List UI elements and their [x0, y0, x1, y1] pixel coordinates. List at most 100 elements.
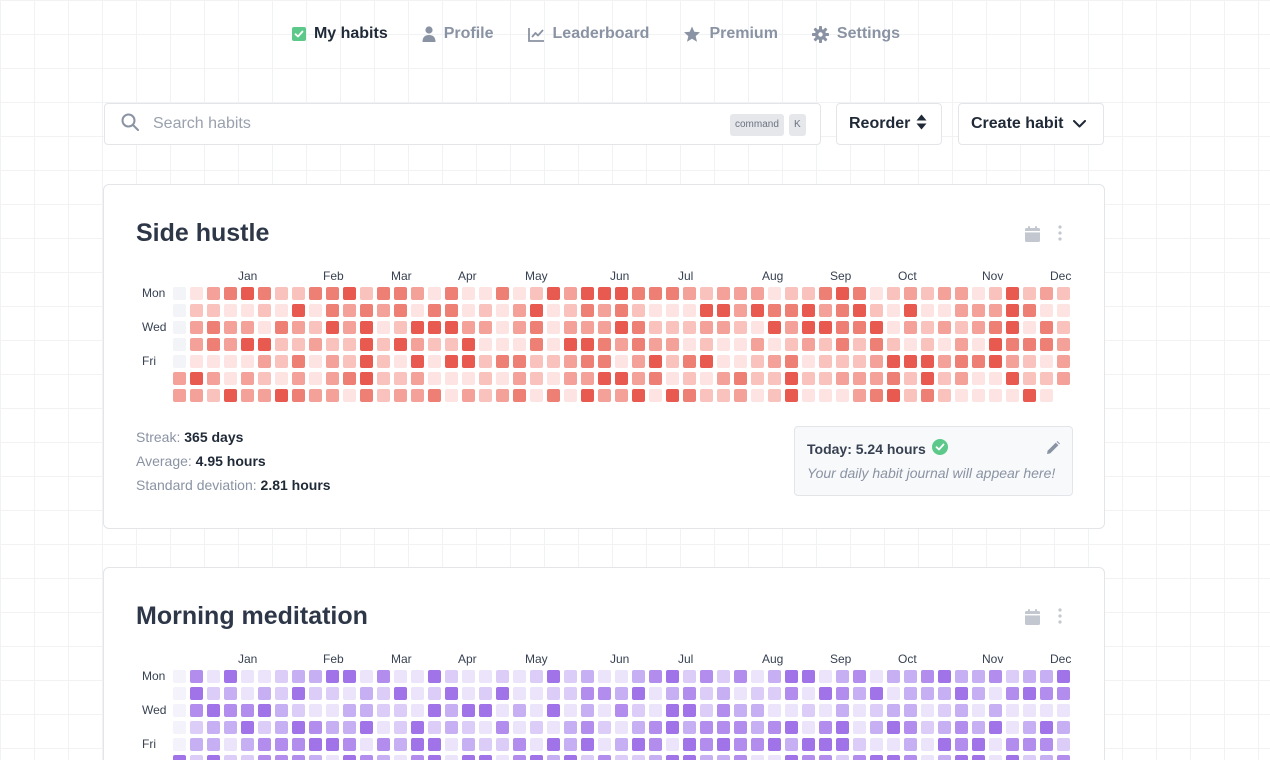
heatmap-cell[interactable]: [1040, 321, 1053, 334]
heatmap-cell[interactable]: [768, 670, 781, 683]
heatmap-cell[interactable]: [530, 287, 543, 300]
heatmap-cell[interactable]: [581, 355, 594, 368]
heatmap-cell[interactable]: [496, 755, 509, 760]
heatmap-cell[interactable]: [836, 755, 849, 760]
heatmap-cell[interactable]: [564, 687, 577, 700]
heatmap-cell[interactable]: [1006, 338, 1019, 351]
heatmap-cell[interactable]: [445, 355, 458, 368]
heatmap-cell[interactable]: [802, 687, 815, 700]
heatmap-cell[interactable]: [326, 321, 339, 334]
heatmap-cell[interactable]: [768, 389, 781, 402]
heatmap-cell[interactable]: [751, 704, 764, 717]
heatmap-cell[interactable]: [734, 704, 747, 717]
heatmap-cell[interactable]: [547, 355, 560, 368]
heatmap-cell[interactable]: [904, 704, 917, 717]
heatmap-cell[interactable]: [972, 738, 985, 751]
heatmap-cell[interactable]: [462, 670, 475, 683]
heatmap-cell[interactable]: [904, 304, 917, 317]
heatmap-cell[interactable]: [598, 670, 611, 683]
heatmap-cell[interactable]: [581, 687, 594, 700]
heatmap-cell[interactable]: [1006, 372, 1019, 385]
heatmap-cell[interactable]: [479, 355, 492, 368]
heatmap-cell[interactable]: [411, 372, 424, 385]
heatmap-cell[interactable]: [751, 372, 764, 385]
heatmap-cell[interactable]: [683, 304, 696, 317]
heatmap-cell[interactable]: [632, 321, 645, 334]
heatmap-cell[interactable]: [513, 304, 526, 317]
heatmap-cell[interactable]: [717, 287, 730, 300]
heatmap-cell[interactable]: [887, 738, 900, 751]
heatmap-cell[interactable]: [700, 721, 713, 734]
heatmap-cell[interactable]: [683, 670, 696, 683]
heatmap-cell[interactable]: [190, 287, 203, 300]
heatmap-cell[interactable]: [173, 738, 186, 751]
heatmap-cell[interactable]: [649, 687, 662, 700]
heatmap-cell[interactable]: [275, 670, 288, 683]
heatmap-cell[interactable]: [513, 687, 526, 700]
heatmap-cell[interactable]: [632, 704, 645, 717]
heatmap-cell[interactable]: [275, 355, 288, 368]
heatmap-cell[interactable]: [428, 721, 441, 734]
heatmap-cell[interactable]: [904, 338, 917, 351]
heatmap-cell[interactable]: [717, 372, 730, 385]
heatmap-cell[interactable]: [445, 670, 458, 683]
heatmap-cell[interactable]: [564, 355, 577, 368]
heatmap-cell[interactable]: [496, 304, 509, 317]
heatmap-cell[interactable]: [360, 721, 373, 734]
heatmap-cell[interactable]: [377, 338, 390, 351]
heatmap-cell[interactable]: [496, 704, 509, 717]
heatmap-cell[interactable]: [292, 704, 305, 717]
heatmap-cell[interactable]: [394, 287, 407, 300]
heatmap-cell[interactable]: [649, 355, 662, 368]
heatmap-cell[interactable]: [615, 389, 628, 402]
heatmap-cell[interactable]: [615, 355, 628, 368]
nav-premium[interactable]: Premium: [683, 22, 778, 46]
heatmap-cell[interactable]: [853, 372, 866, 385]
heatmap-cell[interactable]: [615, 304, 628, 317]
heatmap-cell[interactable]: [224, 687, 237, 700]
heatmap-cell[interactable]: [870, 738, 883, 751]
heatmap-cell[interactable]: [649, 755, 662, 760]
heatmap-cell[interactable]: [1023, 721, 1036, 734]
heatmap-cell[interactable]: [207, 304, 220, 317]
heatmap-cell[interactable]: [496, 287, 509, 300]
heatmap-cell[interactable]: [666, 389, 679, 402]
heatmap-cell[interactable]: [802, 721, 815, 734]
heatmap-cell[interactable]: [207, 372, 220, 385]
heatmap-cell[interactable]: [683, 704, 696, 717]
heatmap-cell[interactable]: [904, 372, 917, 385]
heatmap-cell[interactable]: [275, 687, 288, 700]
heatmap-cell[interactable]: [173, 355, 186, 368]
heatmap-cell[interactable]: [887, 721, 900, 734]
heatmap-cell[interactable]: [462, 704, 475, 717]
heatmap-cell[interactable]: [360, 287, 373, 300]
heatmap-cell[interactable]: [258, 355, 271, 368]
heatmap-cell[interactable]: [428, 372, 441, 385]
heatmap-cell[interactable]: [360, 321, 373, 334]
heatmap-cell[interactable]: [938, 389, 951, 402]
heatmap-cell[interactable]: [1006, 721, 1019, 734]
heatmap-cell[interactable]: [1057, 287, 1070, 300]
heatmap-cell[interactable]: [921, 338, 934, 351]
heatmap-cell[interactable]: [836, 338, 849, 351]
heatmap-cell[interactable]: [1023, 304, 1036, 317]
heatmap-cell[interactable]: [615, 670, 628, 683]
heatmap-cell[interactable]: [751, 738, 764, 751]
heatmap-cell[interactable]: [989, 670, 1002, 683]
heatmap-cell[interactable]: [836, 355, 849, 368]
heatmap-cell[interactable]: [309, 372, 322, 385]
heatmap-cell[interactable]: [343, 355, 356, 368]
heatmap-cell[interactable]: [190, 704, 203, 717]
heatmap-cell[interactable]: [377, 738, 390, 751]
heatmap-cell[interactable]: [768, 704, 781, 717]
heatmap-cell[interactable]: [598, 704, 611, 717]
heatmap-cell[interactable]: [1040, 704, 1053, 717]
heatmap-cell[interactable]: [411, 687, 424, 700]
heatmap-cell[interactable]: [870, 304, 883, 317]
heatmap-cell[interactable]: [564, 755, 577, 760]
heatmap-cell[interactable]: [887, 304, 900, 317]
heatmap-cell[interactable]: [326, 721, 339, 734]
heatmap-cell[interactable]: [258, 372, 271, 385]
heatmap-cell[interactable]: [751, 721, 764, 734]
heatmap-cell[interactable]: [598, 304, 611, 317]
